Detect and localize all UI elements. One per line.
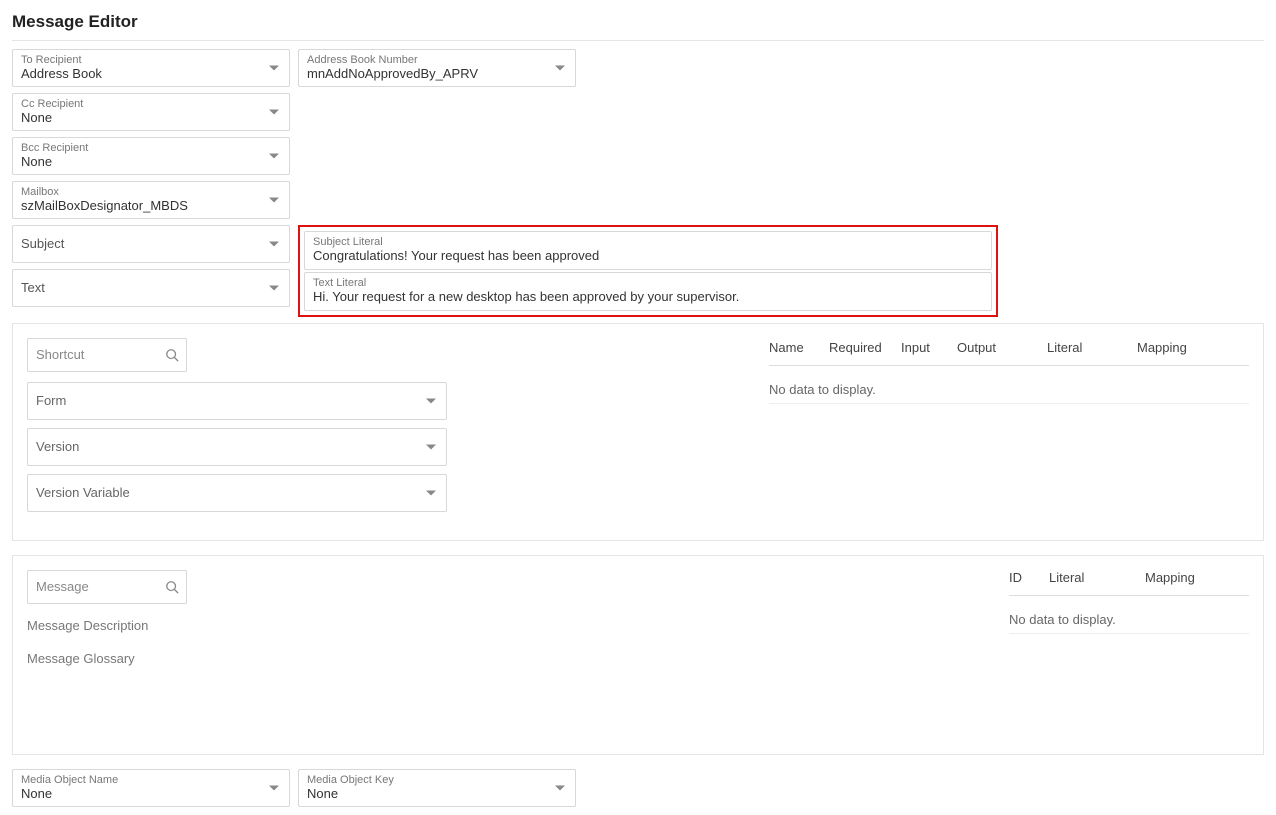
mon-value: None (21, 786, 261, 802)
subject-literal-field[interactable]: Subject Literal Congratulations! Your re… (304, 231, 992, 270)
mok-label: Media Object Key (307, 774, 547, 786)
col-mapping: Mapping (1137, 340, 1205, 355)
cc-label: Cc Recipient (21, 98, 261, 110)
to-recipient-value: Address Book (21, 66, 261, 82)
page-title: Message Editor (12, 8, 1264, 40)
mailbox-value: szMailBoxDesignator_MBDS (21, 198, 261, 214)
chevron-down-icon (269, 286, 279, 291)
message-glossary-label: Message Glossary (27, 647, 447, 670)
abn-value: mnAddNoApprovedBy_APRV (307, 66, 547, 82)
shortcut-search-input[interactable] (27, 338, 187, 372)
mok-value: None (307, 786, 547, 802)
chevron-down-icon (426, 398, 436, 403)
cc-value: None (21, 110, 261, 126)
chevron-down-icon (269, 198, 279, 203)
subject-value: Subject (21, 236, 261, 252)
abn-label: Address Book Number (307, 54, 547, 66)
subject-literal-label: Subject Literal (313, 236, 983, 248)
search-icon (165, 580, 179, 594)
message-description-label: Message Description (27, 614, 447, 637)
bcc-label: Bcc Recipient (21, 142, 261, 154)
media-object-name-dropdown[interactable]: Media Object Name None (12, 769, 290, 807)
form-dropdown[interactable]: Form (27, 382, 447, 420)
chevron-down-icon (269, 66, 279, 71)
col-id: ID (1009, 570, 1049, 585)
message-search[interactable] (27, 570, 187, 604)
col-name: Name (769, 340, 829, 355)
address-book-number-dropdown[interactable]: Address Book Number mnAddNoApprovedBy_AP… (298, 49, 576, 87)
chevron-down-icon (269, 785, 279, 790)
literal-highlight-box: Subject Literal Congratulations! Your re… (298, 225, 998, 317)
subject-dropdown[interactable]: Subject (12, 225, 290, 263)
bcc-value: None (21, 154, 261, 170)
message-search-input[interactable] (27, 570, 187, 604)
chevron-down-icon (555, 66, 565, 71)
message-nodata: No data to display. (1009, 606, 1249, 634)
params-table-header: Name Required Input Output Literal Mappi… (769, 340, 1249, 366)
col-mapping: Mapping (1145, 570, 1213, 585)
text-literal-value: Hi. Your request for a new desktop has b… (313, 289, 983, 306)
bcc-recipient-dropdown[interactable]: Bcc Recipient None (12, 137, 290, 175)
chevron-down-icon (269, 110, 279, 115)
version-label: Version (36, 439, 79, 454)
params-nodata: No data to display. (769, 376, 1249, 404)
col-required: Required (829, 340, 901, 355)
message-panel: Message Description Message Glossary ID … (12, 555, 1264, 755)
to-recipient-dropdown[interactable]: To Recipient Address Book (12, 49, 290, 87)
cc-recipient-dropdown[interactable]: Cc Recipient None (12, 93, 290, 131)
text-dropdown[interactable]: Text (12, 269, 290, 307)
message-table-header: ID Literal Mapping (1009, 570, 1249, 596)
text-value: Text (21, 280, 261, 296)
mon-label: Media Object Name (21, 774, 261, 786)
subject-literal-value: Congratulations! Your request has been a… (313, 248, 983, 265)
col-output: Output (957, 340, 1047, 355)
version-dropdown[interactable]: Version (27, 428, 447, 466)
chevron-down-icon (426, 444, 436, 449)
version-variable-label: Version Variable (36, 485, 130, 500)
col-literal: Literal (1047, 340, 1137, 355)
chevron-down-icon (555, 785, 565, 790)
media-object-key-dropdown[interactable]: Media Object Key None (298, 769, 576, 807)
text-literal-field[interactable]: Text Literal Hi. Your request for a new … (304, 272, 992, 311)
col-input: Input (901, 340, 957, 355)
mailbox-label: Mailbox (21, 186, 261, 198)
form-label: Form (36, 393, 66, 408)
mailbox-dropdown[interactable]: Mailbox szMailBoxDesignator_MBDS (12, 181, 290, 219)
divider (12, 40, 1264, 41)
search-icon (165, 348, 179, 362)
col-literal: Literal (1049, 570, 1145, 585)
chevron-down-icon (269, 242, 279, 247)
chevron-down-icon (426, 490, 436, 495)
chevron-down-icon (269, 154, 279, 159)
shortcut-search[interactable] (27, 338, 187, 372)
text-literal-label: Text Literal (313, 277, 983, 289)
to-recipient-label: To Recipient (21, 54, 261, 66)
shortcut-panel: Form Version Version Variable Name Requi… (12, 323, 1264, 541)
version-variable-dropdown[interactable]: Version Variable (27, 474, 447, 512)
